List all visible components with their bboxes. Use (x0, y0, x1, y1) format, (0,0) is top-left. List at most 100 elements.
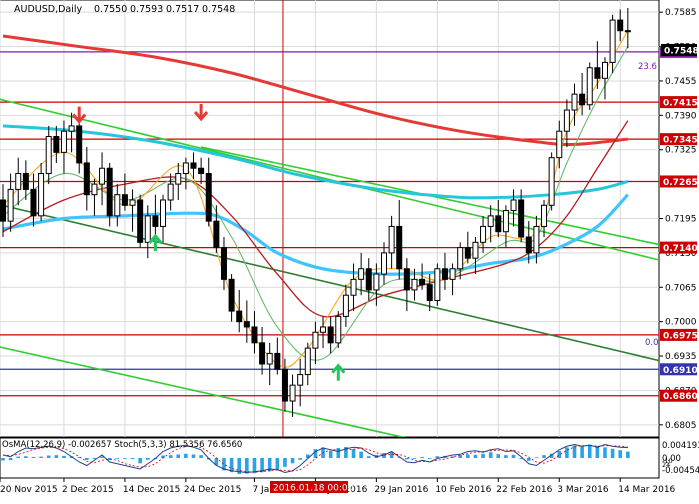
candle-body (152, 215, 159, 227)
osma-histogram-bar (610, 448, 615, 458)
candle-body (259, 342, 266, 365)
candle-body (76, 125, 83, 164)
candle-body (30, 188, 37, 217)
price-tick-label: 0.7390 (665, 111, 697, 121)
candle-body (373, 273, 380, 291)
date-tick-label: 14 Mar 2016 (618, 485, 675, 495)
osma-histogram-bar (1, 458, 5, 461)
candle-body (213, 220, 220, 249)
candle-body (68, 125, 75, 132)
candle-body (45, 135, 52, 175)
candle-body (464, 247, 471, 259)
osma-histogram-bar (618, 450, 623, 458)
osma-histogram-bar (199, 455, 203, 458)
osma-histogram-bar (275, 458, 280, 471)
price-tick-label: 0.7455 (665, 77, 697, 87)
osma-histogram-bar (473, 454, 478, 458)
price-tick-label: 0.7000 (665, 318, 697, 328)
candle-body (365, 268, 372, 291)
candle-body (480, 225, 487, 243)
candle-body (15, 173, 22, 190)
candle-body (281, 368, 288, 402)
date-tick-label: 29 Jan 2016 (374, 485, 428, 495)
candle-body (533, 225, 540, 254)
candle-body (624, 30, 631, 33)
osma-histogram-bar (511, 454, 516, 458)
osma-histogram-bar (542, 455, 546, 458)
osma-histogram-bar (359, 451, 363, 458)
chart-svg: 0.75850.75200.74550.73900.73250.71950.71… (0, 0, 699, 495)
candle-body (38, 173, 45, 217)
fib-label-0-0: 0.0 (645, 338, 659, 348)
candle-body (83, 162, 90, 196)
price-tick-label: 0.6805 (665, 421, 697, 431)
candle-body (121, 194, 128, 206)
osma-histogram-bar (24, 456, 28, 458)
candle-body (586, 67, 593, 106)
osma-histogram-bar (488, 452, 493, 458)
candle-body (403, 268, 410, 291)
osma-histogram-bar (389, 452, 394, 458)
candle-body (182, 162, 189, 175)
candle-body (502, 210, 509, 233)
fib-label-23-6: 23.6 (638, 62, 657, 72)
osma-histogram-bar (130, 458, 135, 460)
candle-body (563, 109, 570, 132)
date-tick-label: 14 Dec 2015 (123, 485, 181, 495)
osma-histogram-bar (351, 449, 356, 458)
osma-histogram-bar (39, 456, 43, 458)
osma-histogram-bar (366, 456, 371, 458)
candle-body (342, 294, 349, 317)
candle-body (198, 167, 205, 175)
candle-body (114, 194, 121, 217)
osma-histogram-bar (328, 450, 333, 458)
osma-histogram-bar (534, 457, 539, 459)
candle-body (106, 167, 113, 217)
osma-histogram-bar (496, 454, 501, 458)
candle-body (350, 278, 357, 296)
candle-body (388, 225, 395, 254)
price-level-label: 0.7415 (663, 99, 698, 109)
candle-body (60, 130, 67, 153)
candle-body (312, 331, 319, 349)
candle-body (167, 183, 174, 201)
candle-body (137, 199, 144, 243)
osma-histogram-bar (580, 446, 584, 458)
osma-histogram-bar (420, 456, 424, 458)
candle-body (579, 93, 586, 106)
candle-body (289, 384, 296, 402)
candle-body (434, 268, 441, 302)
candle-body (571, 93, 578, 111)
candle-body (320, 326, 327, 333)
chart: 0.75850.75200.74550.73900.73250.71950.71… (0, 0, 699, 500)
candle-body (419, 278, 426, 286)
osma-histogram-bar (85, 458, 89, 461)
candle-body (518, 199, 525, 238)
candle-body (129, 199, 136, 206)
osma-histogram-bar (16, 456, 21, 458)
candle-body (510, 199, 517, 212)
osma-histogram-bar (115, 458, 120, 459)
candle-body (251, 326, 258, 344)
osma-histogram-bar (557, 450, 562, 458)
candle-body (487, 215, 494, 227)
price-level-label: 0.7140 (663, 244, 698, 254)
candle-body (617, 19, 624, 32)
candle-body (457, 247, 464, 270)
candle-body (472, 241, 479, 259)
candle-body (304, 347, 311, 376)
price-tick-label: 0.7585 (665, 8, 697, 18)
candle-body (441, 268, 448, 280)
osma-histogram-bar (138, 458, 142, 464)
candle-body (144, 215, 151, 243)
osma-histogram-bar (184, 453, 188, 458)
osma-histogram-bar (54, 455, 59, 458)
price-level-label: 0.7345 (663, 136, 698, 146)
candle-body (175, 173, 182, 185)
candle-body (99, 167, 106, 185)
osma-histogram-bar (603, 447, 607, 458)
date-tick-label: 2 Dec 2015 (62, 485, 114, 495)
candle-body (556, 130, 563, 159)
indicator-zero-tick: 24 (662, 461, 670, 469)
price-level-label: 0.7265 (663, 178, 698, 188)
